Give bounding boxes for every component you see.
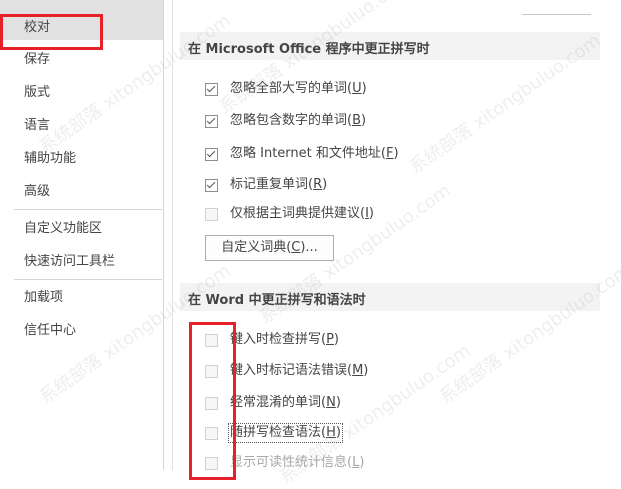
sidebar-border bbox=[163, 0, 164, 470]
checkbox-flag-repeated-words[interactable] bbox=[205, 179, 218, 192]
option-label: 键入时检查拼写(P) bbox=[230, 332, 339, 347]
checkmark-icon bbox=[206, 83, 216, 93]
watermark-text: 系统部落 xitongbuluo.com bbox=[435, 260, 621, 409]
option-label: 忽略 Internet 和文件地址(F) bbox=[230, 146, 399, 161]
checkbox-confused-words[interactable] bbox=[205, 397, 218, 410]
option-label: 标记重复单词(R) bbox=[230, 177, 328, 192]
option-label: 显示可读性统计信息(L) bbox=[230, 455, 365, 470]
word-spelling-grammar-section-header: 在 Word 中更正拼写和语法时 bbox=[180, 283, 600, 311]
checkbox-ignore-uppercase[interactable] bbox=[205, 83, 218, 96]
sidebar-item-customize-ribbon[interactable]: 自定义功能区 bbox=[24, 221, 102, 237]
sidebar-divider bbox=[14, 209, 162, 210]
section-title: 在 Word 中更正拼写和语法时 bbox=[188, 293, 366, 308]
option-label: 忽略全部大写的单词(U) bbox=[230, 81, 367, 96]
checkmark-icon bbox=[206, 179, 216, 189]
sidebar-item-quick-access-toolbar[interactable]: 快速访问工具栏 bbox=[24, 254, 115, 270]
checkmark-icon bbox=[206, 148, 216, 158]
checkbox-ignore-internet-addresses[interactable] bbox=[205, 148, 218, 161]
sidebar-item-language[interactable]: 语言 bbox=[24, 118, 50, 134]
content-border bbox=[172, 0, 173, 470]
sidebar-item-trust-center[interactable]: 信任中心 bbox=[24, 323, 76, 339]
bottom-edge bbox=[0, 470, 621, 488]
sidebar-item-layout[interactable]: 版式 bbox=[24, 85, 50, 101]
checkbox-check-grammar-with-spelling[interactable] bbox=[205, 427, 218, 440]
checkbox-main-dictionary-only[interactable] bbox=[205, 208, 218, 221]
option-label: 经常混淆的单词(N) bbox=[230, 395, 341, 410]
sidebar-item-advanced[interactable]: 高级 bbox=[24, 184, 50, 200]
sidebar-item-accessibility[interactable]: 辅助功能 bbox=[24, 151, 76, 167]
options-sidebar: 校对 保存 版式 语言 辅助功能 高级 自定义功能区 快速访问工具栏 加载项 信… bbox=[0, 0, 163, 470]
option-label: 键入时标记语法错误(M) bbox=[230, 363, 369, 378]
sidebar-divider bbox=[14, 279, 162, 280]
option-label: 忽略包含数字的单词(B) bbox=[230, 113, 367, 128]
checkbox-ignore-numbers[interactable] bbox=[205, 115, 218, 128]
section-title: 在 Microsoft Office 程序中更正拼写时 bbox=[188, 42, 430, 57]
custom-dictionaries-button[interactable]: 自定义词典(C)... bbox=[205, 235, 334, 261]
checkmark-icon bbox=[206, 115, 216, 125]
checkbox-readability-statistics[interactable] bbox=[205, 457, 218, 470]
option-label: 随拼写检查语法(H) bbox=[228, 423, 343, 443]
sidebar-item-proofing[interactable]: 校对 bbox=[24, 20, 50, 36]
option-label: 仅根据主词典提供建议(I) bbox=[230, 206, 374, 221]
checkbox-mark-grammar-errors[interactable] bbox=[205, 365, 218, 378]
sidebar-item-save[interactable]: 保存 bbox=[24, 52, 50, 68]
checkbox-check-spelling-as-you-type[interactable] bbox=[205, 334, 218, 347]
sidebar-item-addins[interactable]: 加载项 bbox=[24, 290, 63, 306]
top-divider bbox=[522, 14, 591, 15]
office-spelling-section-header: 在 Microsoft Office 程序中更正拼写时 bbox=[180, 32, 600, 60]
